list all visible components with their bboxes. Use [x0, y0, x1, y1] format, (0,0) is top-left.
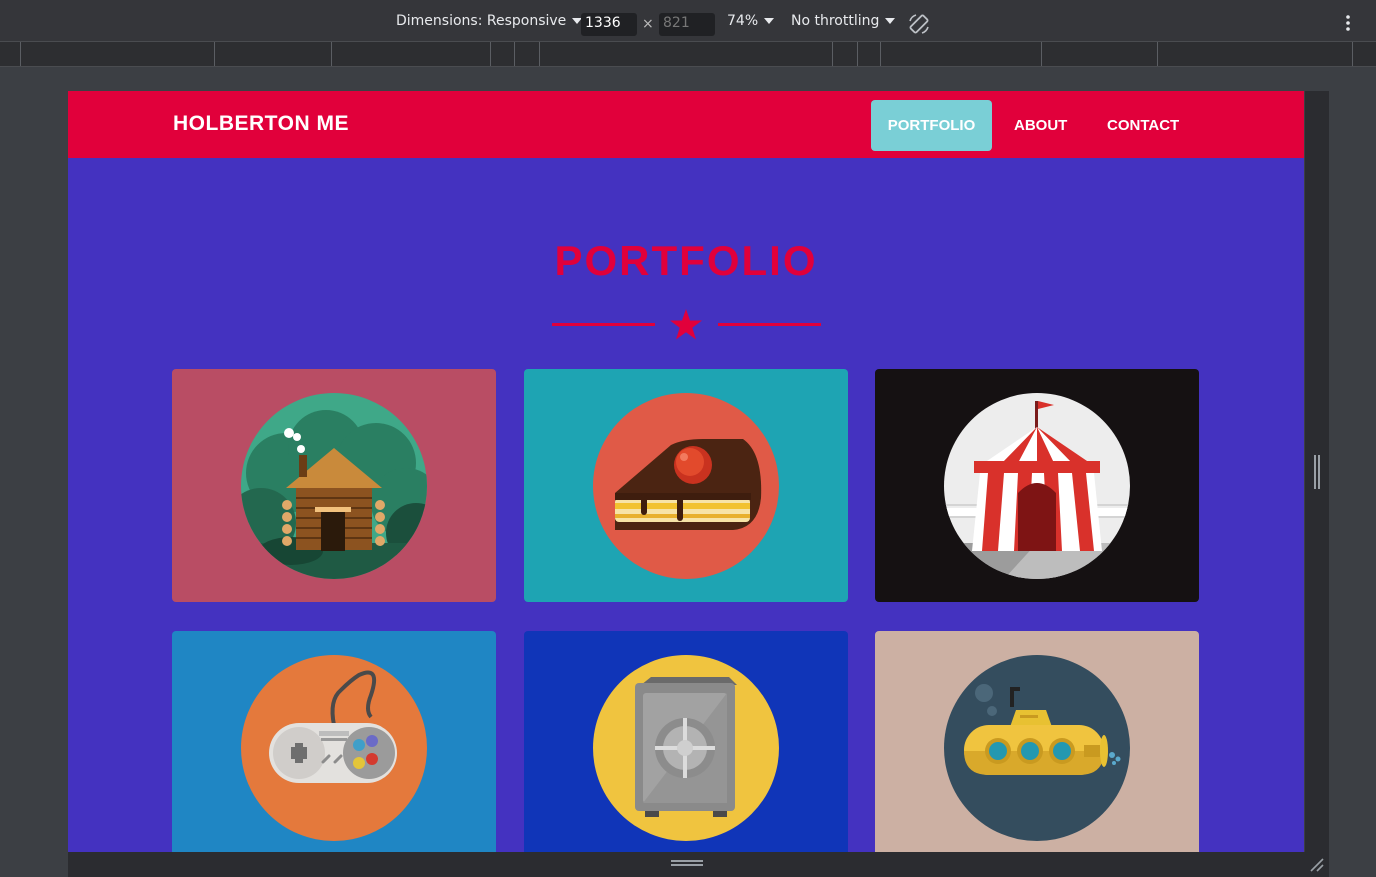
throttling-dropdown[interactable]: No throttling — [791, 13, 896, 29]
more-options-icon[interactable] — [1340, 13, 1356, 33]
nav-contact[interactable]: CONTACT — [1092, 100, 1194, 151]
rotate-icon[interactable] — [907, 12, 931, 36]
site-brand[interactable]: HOLBERTON ME — [173, 112, 349, 136]
ruler-tick — [1041, 42, 1042, 66]
resize-grip-icon[interactable] — [671, 860, 703, 866]
game-controller-icon — [241, 655, 427, 841]
chevron-down-icon — [885, 18, 896, 24]
section-title: PORTFOLIO — [554, 237, 818, 284]
media-query-ruler[interactable] — [0, 42, 1376, 67]
safe-icon — [593, 655, 779, 841]
ruler-tick — [832, 42, 833, 66]
nav-about[interactable]: ABOUT — [999, 100, 1082, 151]
chevron-down-icon — [764, 18, 775, 24]
portfolio-card-cake[interactable] — [524, 369, 848, 602]
star-icon — [670, 309, 702, 340]
zoom-label: 74% — [727, 13, 759, 29]
cake-slice-icon — [593, 393, 779, 579]
circus-tent-icon — [944, 393, 1130, 579]
ruler-tick — [331, 42, 332, 66]
ruler-tick — [214, 42, 215, 66]
ruler-tick — [490, 42, 491, 66]
ruler-tick — [1352, 42, 1353, 66]
ruler-tick — [514, 42, 515, 66]
submarine-icon — [944, 655, 1130, 841]
portfolio-card-submarine[interactable] — [875, 631, 1199, 852]
corner-resize-icon[interactable] — [1309, 857, 1325, 873]
emulated-viewport: HOLBERTON ME PORTFOLIO ABOUT CONTACT POR… — [68, 91, 1304, 852]
dimensions-dropdown[interactable]: Dimensions: Responsive — [396, 13, 583, 29]
divider-line-right — [718, 323, 821, 326]
nav-portfolio[interactable]: PORTFOLIO — [871, 100, 992, 151]
portfolio-card-cabin[interactable] — [172, 369, 496, 602]
ruler-tick — [20, 42, 21, 66]
ruler-tick — [539, 42, 540, 66]
portfolio-card-safe[interactable] — [524, 631, 848, 852]
site-header: HOLBERTON ME PORTFOLIO ABOUT CONTACT — [68, 91, 1304, 158]
dimensions-label: Dimensions: Responsive — [396, 13, 567, 29]
portfolio-card-circus[interactable] — [875, 369, 1199, 602]
ruler-tick — [880, 42, 881, 66]
ruler-tick — [857, 42, 858, 66]
times-sign: × — [642, 16, 654, 32]
devtools-toolbar: Dimensions: Responsive 1336 × 821 74% No… — [0, 0, 1376, 42]
portfolio-card-controller[interactable] — [172, 631, 496, 852]
zoom-dropdown[interactable]: 74% — [727, 13, 775, 29]
width-input[interactable]: 1336 — [581, 13, 637, 36]
height-input[interactable]: 821 — [659, 13, 715, 36]
divider-line-left — [552, 323, 655, 326]
log-cabin-icon — [241, 393, 427, 579]
resize-grip-icon[interactable] — [1314, 455, 1320, 489]
ruler-tick — [1157, 42, 1158, 66]
throttling-label: No throttling — [791, 13, 880, 29]
